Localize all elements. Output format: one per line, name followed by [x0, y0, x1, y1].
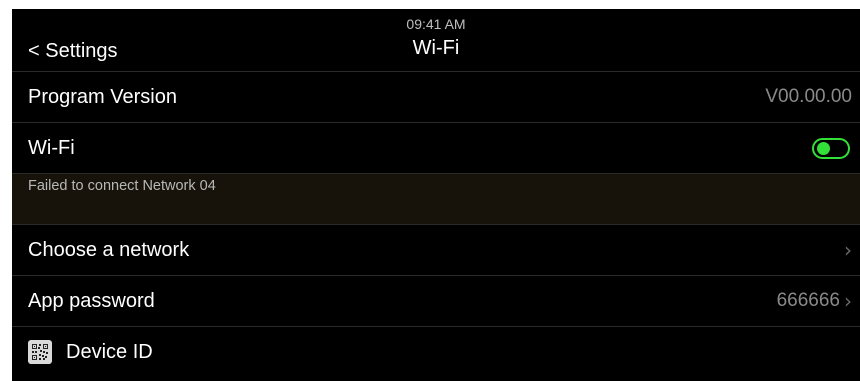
wifi-settings-screen: 09:41 AM < Settings Wi-Fi Program Versio…	[12, 9, 860, 381]
qr-code-icon	[28, 340, 52, 364]
connection-status-row: Failed to connect Network 04	[12, 173, 860, 224]
app-password-value: 666666	[776, 290, 840, 311]
program-version-label: Program Version	[28, 85, 177, 108]
wifi-row: Wi-Fi	[12, 122, 860, 173]
back-to-settings-button[interactable]: < Settings	[28, 39, 118, 63]
navigation-bar: < Settings Wi-Fi	[12, 31, 860, 71]
chevron-right-icon: ›	[844, 289, 852, 313]
status-bar-time: 09:41 AM	[406, 16, 466, 32]
device-id-row[interactable]: Device ID	[12, 326, 860, 377]
toggle-knob	[817, 141, 830, 155]
choose-network-row[interactable]: Choose a network ›	[12, 224, 860, 275]
wifi-toggle[interactable]	[812, 137, 850, 159]
choose-network-label: Choose a network	[28, 238, 190, 261]
program-version-value: V00.00.00	[765, 86, 852, 107]
wifi-label: Wi-Fi	[28, 136, 75, 159]
app-password-label: App password	[28, 289, 155, 312]
page-title: Wi-Fi	[412, 37, 460, 59]
chevron-right-icon: ›	[844, 238, 852, 262]
connection-status-message: Failed to connect Network 04	[28, 178, 216, 194]
program-version-row: Program Version V00.00.00	[12, 71, 860, 122]
device-id-label: Device ID	[66, 340, 153, 363]
app-password-row[interactable]: App password 666666 ›	[12, 275, 860, 326]
settings-list: Program Version V00.00.00 Wi-Fi Failed t…	[12, 71, 860, 377]
